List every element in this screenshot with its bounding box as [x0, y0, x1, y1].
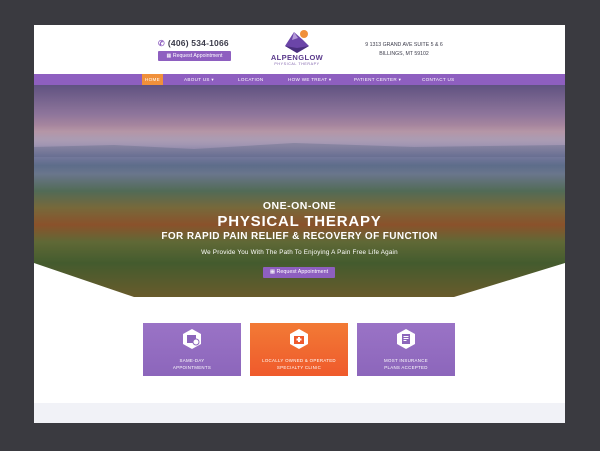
feature-label-line2: SPECIALTY CLINIC — [276, 365, 322, 370]
nav-how-we-treat[interactable]: HOW WE TREAT ▾ — [288, 74, 332, 85]
calendar-icon: ▦ — [269, 269, 276, 275]
hero-shape-overlay — [34, 143, 565, 297]
main-navigation: HOME ABOUT US ▾ LOCATION HOW WE TREAT ▾ … — [34, 74, 565, 85]
feature-label-line2: APPOINTMENTS — [172, 365, 212, 370]
feature-label-line1: MOST INSURANCE — [384, 358, 428, 363]
feature-label-line1: LOCALLY OWNED & OPERATED — [262, 358, 336, 363]
phone-icon: ✆ — [158, 39, 165, 48]
hero-title: PHYSICAL THERAPY — [217, 213, 382, 230]
hero-button-label: Request Appointment — [276, 269, 329, 275]
feature-card-locally-owned[interactable]: LOCALLY OWNED & OPERATED SPECIALTY CLINI… — [250, 323, 348, 376]
nav-about-us[interactable]: ABOUT US ▾ — [184, 74, 214, 85]
hero-banner: ONE-ON-ONE PHYSICAL THERAPY FOR RAPID PA… — [34, 85, 565, 297]
request-appointment-label: Request Appointment — [172, 53, 223, 59]
clinic-icon — [290, 329, 308, 349]
address-line-2: BILLINGS, MT 59102 — [379, 51, 429, 57]
hero-text: ONE-ON-ONE PHYSICAL THERAPY FOR RAPID PA… — [34, 200, 565, 256]
feature-label-line1: SAME-DAY — [179, 358, 205, 363]
logo-name: ALPENGLOW — [270, 53, 324, 62]
site-logo[interactable]: ALPENGLOW PHYSICAL THERAPY — [266, 28, 328, 72]
calendar-icon: ▦ — [166, 53, 172, 59]
calendar-clock-icon — [183, 329, 201, 349]
hero-tagline: We Provide You With The Path To Enjoying… — [201, 249, 398, 256]
site-header: ✆ (406) 534-1066 ▦ Request Appointment AL… — [34, 25, 565, 74]
mountain-logo-icon — [285, 30, 309, 53]
feature-card-same-day[interactable]: SAME-DAY APPOINTMENTS — [143, 323, 241, 376]
feature-label-line2: PLANS ACCEPTED — [384, 365, 428, 370]
phone-text[interactable]: (406) 534-1066 — [168, 38, 229, 48]
hero-line-1: ONE-ON-ONE — [262, 200, 337, 212]
feature-card-insurance[interactable]: MOST INSURANCE PLANS ACCEPTED — [357, 323, 455, 376]
website-frame: ✆ (406) 534-1066 ▦ Request Appointment AL… — [34, 25, 565, 423]
feature-label: MOST INSURANCE PLANS ACCEPTED — [357, 357, 455, 371]
address-line-1: 9 1313 GRAND AVE SUITE 5 & 6 — [365, 42, 443, 48]
nav-location[interactable]: LOCATION — [238, 74, 264, 85]
nav-patient-center[interactable]: PATIENT CENTER ▾ — [354, 74, 401, 85]
phone-number[interactable]: ✆ (406) 534-1066 — [158, 38, 229, 48]
hero-subtitle: FOR RAPID PAIN RELIEF & RECOVERY OF FUNC… — [161, 231, 438, 242]
logo-subtitle: PHYSICAL THERAPY — [274, 62, 320, 66]
insurance-document-icon — [397, 329, 415, 349]
request-appointment-button-hero[interactable]: ▦ Request Appointment — [263, 267, 335, 278]
page-bottom-band — [34, 403, 565, 423]
nav-contact-us[interactable]: CONTACT US — [422, 74, 454, 85]
features-section: SAME-DAY APPOINTMENTS LOCALLY OWNED & OP… — [34, 297, 565, 403]
feature-label: LOCALLY OWNED & OPERATED SPECIALTY CLINI… — [250, 357, 348, 371]
clinic-address: 9 1313 GRAND AVE SUITE 5 & 6 BILLINGS, M… — [359, 41, 449, 59]
nav-home[interactable]: HOME — [142, 74, 163, 85]
request-appointment-button-header[interactable]: ▦ Request Appointment — [158, 51, 231, 61]
feature-label: SAME-DAY APPOINTMENTS — [143, 357, 241, 371]
